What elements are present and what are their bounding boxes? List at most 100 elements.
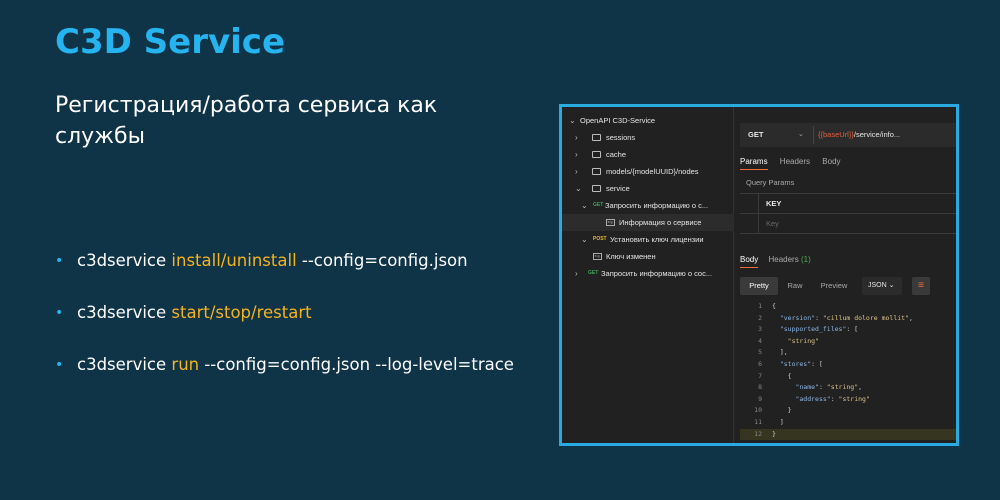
line-number: 1 bbox=[758, 302, 762, 310]
slide-title: C3D Service bbox=[55, 22, 286, 62]
tree-label: OpenAPI C3D-Service bbox=[580, 116, 656, 125]
query-params-title: Query Params bbox=[746, 178, 795, 187]
tree-request-get-status[interactable]: › GET Запросить информацию о сос... bbox=[562, 265, 734, 282]
tree-label: Запросить информацию о с... bbox=[605, 201, 709, 210]
key-input[interactable]: Key bbox=[766, 214, 779, 234]
query-params-table: KEY Key bbox=[740, 193, 956, 234]
folder-icon bbox=[592, 168, 601, 175]
tab-label: Headers bbox=[768, 255, 799, 264]
url-variable: {{baseUrl}} bbox=[818, 130, 854, 139]
tree-label: Информация о сервисе bbox=[619, 218, 702, 227]
tree-example-key-changed[interactable]: e.g. Ключ изменен bbox=[562, 248, 734, 265]
response-tabs: Body Headers (1) bbox=[740, 255, 811, 268]
url-path: /service/info... bbox=[853, 130, 901, 139]
divider bbox=[758, 194, 759, 213]
tree-label: Установить ключ лицензии bbox=[610, 235, 704, 244]
code-text: "supported_files": [ bbox=[779, 325, 859, 334]
column-header-key: KEY bbox=[766, 199, 782, 208]
folder-icon bbox=[592, 185, 601, 192]
tree-item-models-nodes[interactable]: › models/{modelUUID}/nodes bbox=[562, 163, 734, 180]
table-row[interactable]: Key bbox=[740, 214, 956, 234]
code-text: { bbox=[772, 302, 776, 310]
bullet-text: c3dservice bbox=[77, 251, 172, 270]
method-select[interactable]: GET bbox=[748, 123, 763, 147]
code-line: 10 } bbox=[740, 405, 956, 417]
line-number: 11 bbox=[754, 418, 762, 426]
slide-subtitle: Регистрация/работа сервиса как службы bbox=[55, 93, 438, 149]
tree-item-sessions[interactable]: › sessions bbox=[562, 129, 734, 146]
tree-label: models/{modelUUID}/nodes bbox=[606, 167, 699, 176]
code-text: } bbox=[772, 429, 776, 438]
chevron-right-icon: › bbox=[575, 150, 578, 159]
tab-params[interactable]: Params bbox=[740, 157, 768, 170]
divider bbox=[813, 126, 814, 144]
chevron-down-icon: ⌄ bbox=[798, 131, 804, 138]
tree-request-get-info[interactable]: ⌄ GET Запросить информацию о с... bbox=[562, 197, 734, 214]
format-bar: Pretty Raw Preview JSON ⌄ ≡ bbox=[740, 275, 956, 297]
bullet-text: --config=config.json --log-level=trace bbox=[199, 355, 514, 374]
bullet-item: • c3dservice start/stop/restart bbox=[55, 302, 514, 354]
line-number: 4 bbox=[758, 336, 762, 345]
table-header-row: KEY bbox=[740, 194, 956, 214]
code-line: 12} bbox=[740, 428, 956, 441]
method-badge: GET bbox=[588, 270, 599, 276]
collection-tree: ⌄ OpenAPI C3D-Service › sessions › cache… bbox=[562, 107, 734, 443]
tree-collection[interactable]: ⌄ OpenAPI C3D-Service bbox=[562, 112, 734, 129]
line-number: 5 bbox=[758, 348, 762, 357]
tab-headers[interactable]: Headers bbox=[780, 157, 810, 166]
chevron-down-icon: ⌄ bbox=[581, 235, 588, 244]
divider bbox=[758, 214, 759, 233]
bullet-text: c3dservice bbox=[77, 303, 172, 322]
chevron-down-icon: ⌄ bbox=[581, 201, 588, 210]
tree-example-service-info[interactable]: e.g. Информация о сервисе bbox=[562, 214, 734, 231]
url-input[interactable]: {{baseUrl}}/service/info... bbox=[818, 123, 900, 147]
code-text: { bbox=[772, 371, 792, 380]
code-line: 4 "string" bbox=[740, 336, 956, 348]
code-text: "name": "string", bbox=[795, 383, 863, 392]
code-line: 8 "name": "string", bbox=[740, 382, 956, 394]
url-bar[interactable]: GET ⌄ {{baseUrl}}/service/info... bbox=[740, 123, 956, 147]
line-number: 10 bbox=[754, 406, 762, 415]
code-line: 5 ], bbox=[740, 347, 956, 359]
tab-response-headers[interactable]: Headers (1) bbox=[768, 255, 810, 264]
chevron-right-icon: › bbox=[575, 269, 578, 278]
line-number: 9 bbox=[758, 394, 762, 403]
tree-label: Ключ изменен bbox=[606, 252, 656, 261]
bullet-item: • c3dservice run --config=config.json --… bbox=[55, 354, 514, 406]
code-text: "address": "string" bbox=[795, 394, 870, 403]
code-text: "stores": [ bbox=[779, 360, 823, 368]
tab-response-body[interactable]: Body bbox=[740, 255, 759, 268]
tree-item-service[interactable]: ⌄ service bbox=[562, 180, 734, 197]
format-select[interactable]: JSON ⌄ bbox=[862, 277, 902, 295]
method-badge: GET bbox=[593, 202, 604, 208]
tree-label: Запросить информацию о сос... bbox=[601, 269, 713, 278]
tree-label: sessions bbox=[606, 133, 636, 142]
tree-request-post-license[interactable]: ⌄ POST Установить ключ лицензии bbox=[562, 231, 734, 248]
folder-icon bbox=[592, 134, 601, 141]
response-code-viewer[interactable]: 1{2 "version": "cillum dolore mollit", 3 … bbox=[740, 301, 956, 441]
tab-body[interactable]: Body bbox=[822, 157, 840, 166]
tree-label: service bbox=[606, 184, 630, 193]
wrap-lines-icon[interactable]: ≡ bbox=[912, 277, 930, 295]
example-doc-icon: e.g. bbox=[606, 219, 615, 226]
chevron-right-icon: › bbox=[575, 167, 578, 176]
tree-item-cache[interactable]: › cache bbox=[562, 146, 734, 163]
bullet-text: c3dservice bbox=[77, 355, 172, 374]
bullet-dot-icon: • bbox=[55, 305, 64, 321]
format-pretty-button[interactable]: Pretty bbox=[740, 277, 778, 295]
bullet-list: • c3dservice install/uninstall --config=c… bbox=[55, 250, 514, 406]
bullet-text: --config=config.json bbox=[296, 251, 468, 270]
format-preview-button[interactable]: Preview bbox=[812, 277, 856, 295]
headers-count-badge: (1) bbox=[800, 255, 811, 264]
bullet-dot-icon: • bbox=[55, 253, 64, 269]
code-line: 2 "version": "cillum dolore mollit", bbox=[740, 313, 956, 325]
folder-icon bbox=[592, 151, 601, 158]
code-text: } bbox=[772, 406, 792, 415]
code-line: 1{ bbox=[740, 301, 956, 313]
code-text: "string" bbox=[787, 336, 819, 345]
format-select-value: JSON bbox=[868, 282, 887, 289]
line-number: 6 bbox=[758, 360, 762, 368]
line-number: 12 bbox=[754, 429, 762, 438]
bullet-highlight: run bbox=[171, 355, 200, 374]
format-raw-button[interactable]: Raw bbox=[780, 277, 810, 295]
